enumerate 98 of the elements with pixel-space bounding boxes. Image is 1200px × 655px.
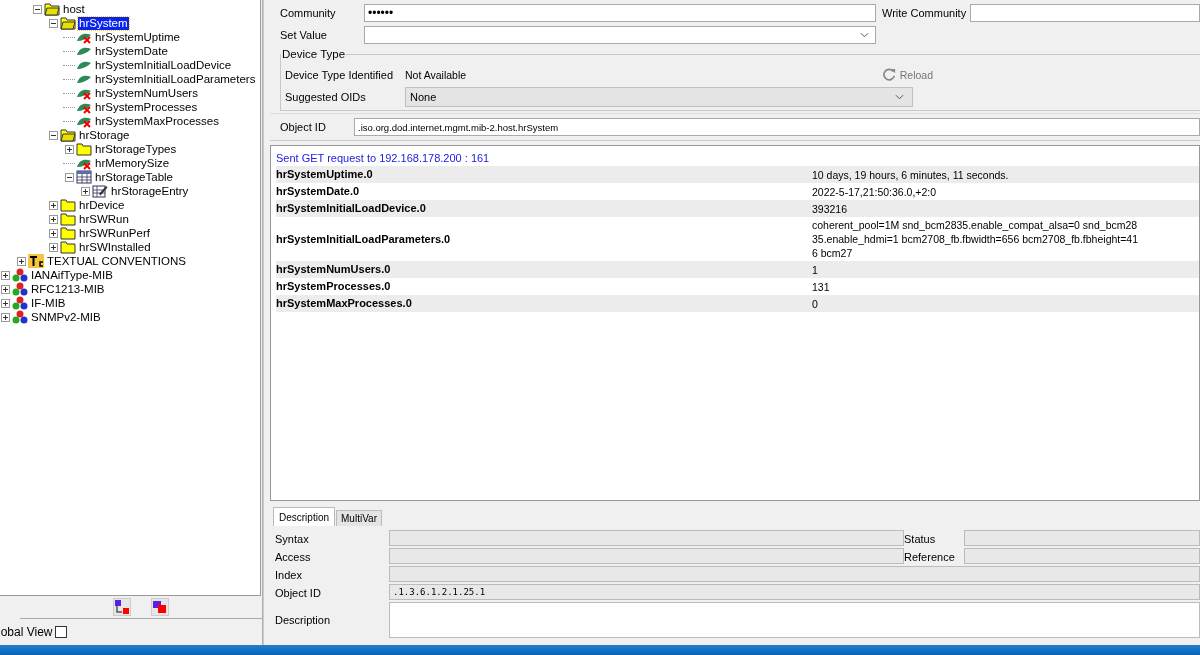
expander-toggle[interactable] [0, 270, 10, 280]
tab[interactable]: Description [273, 507, 336, 526]
expander-toggle[interactable] [0, 298, 10, 308]
reload-button[interactable]: Reload [881, 68, 933, 82]
module-icon [12, 310, 28, 324]
tree-item[interactable]: TEXTUAL CONVENTIONS [46, 254, 187, 268]
field-label: Community [279, 7, 337, 19]
tree-item[interactable]: hrStorageEntry [110, 184, 190, 198]
tree-item[interactable]: SNMPv2-MIB [30, 310, 102, 324]
field-label: Description [275, 613, 332, 626]
table-cell-text: 10 days, 19 hours, 6 minutes, 11 seconds. [812, 167, 1010, 182]
tree-item[interactable]: hrSystemProcesses [94, 100, 199, 114]
folder-icon [60, 212, 76, 226]
input-field[interactable] [970, 4, 1200, 22]
expander-toggle[interactable] [48, 18, 58, 28]
tree-item[interactable]: hrSWRunPerf [78, 226, 151, 240]
reload-icon [881, 68, 896, 82]
expander-toggle[interactable] [0, 312, 10, 322]
tree-item[interactable]: IF-MIB [30, 296, 67, 310]
tree-item[interactable]: hrMemorySize [94, 156, 171, 170]
expander-toggle[interactable] [48, 214, 58, 224]
dropdown-field[interactable]: None [405, 87, 913, 107]
table-cell-text: hrSystemProcesses.0 [276, 279, 392, 294]
table-cell-text: hrSystemInitialLoadParameters.0 [276, 231, 452, 247]
tree-item[interactable]: hrStorageTable [94, 170, 174, 184]
field-label: Object ID [275, 586, 322, 599]
module-icon [12, 282, 28, 296]
table-cell-text: hrSystemUptime.0 [276, 167, 374, 182]
chevron-down-icon [860, 32, 869, 38]
expander-toggle[interactable] [0, 284, 10, 294]
table-cell-text: 0 [812, 296, 819, 311]
expander-toggle[interactable] [64, 144, 74, 154]
hierarchy-view-button[interactable] [113, 598, 131, 616]
expander-toggle[interactable] [48, 200, 58, 210]
table-cell-text: coherent_pool=1M snd_bcm2835.enable_compat_alsa=0 snd_bcm2835.enable_hdmi=1 bcm2708_fb.fbwidth=656 bcm2708_fb.fbheight=416 bcm27 [812, 218, 1140, 260]
table-cell-text: hrSystemDate.0 [276, 184, 361, 199]
tree-item[interactable]: hrSystemInitialLoadDevice [94, 58, 233, 72]
folder-icon [60, 16, 76, 30]
table-edit-icon [92, 184, 108, 198]
expander-toggle[interactable] [80, 186, 90, 196]
tree-item[interactable]: hrSystemUptime [94, 30, 181, 44]
chevron-down-icon [895, 94, 904, 100]
tree-item[interactable]: hrSystem [78, 16, 129, 30]
field-label: Status [904, 532, 937, 545]
expander-toggle[interactable] [32, 4, 42, 14]
field-label: Object ID [279, 121, 327, 133]
table-cell-text: 1 [812, 262, 819, 277]
tab[interactable]: MultiVar [336, 510, 382, 526]
field-label: Reference [904, 550, 956, 563]
field-label: Device Type Identified [285, 69, 395, 81]
field-value: Not Available [405, 69, 467, 81]
folder-icon [44, 2, 60, 16]
tree-item[interactable]: hrDevice [78, 198, 126, 212]
folder-icon [60, 128, 76, 142]
table-cell-text: 131 [812, 279, 831, 294]
overlap-view-button[interactable] [151, 598, 169, 616]
table-cell-text: hrSystemMaxProcesses.0 [276, 296, 413, 311]
field-label: Write Community [881, 7, 967, 19]
tree-item[interactable]: RFC1213-MIB [30, 282, 106, 296]
password-field[interactable]: •••••• [364, 4, 876, 22]
table-icon [76, 170, 92, 184]
table-cell-text: hrSystemNumUsers.0 [276, 262, 392, 277]
global-view-checkbox[interactable] [55, 626, 68, 638]
field-label: Set Value [279, 29, 328, 41]
field-label: Syntax [275, 532, 310, 545]
status-message: Sent GET request to 192.168.178.200 : 161 [276, 151, 491, 166]
group-title: Device Type [281, 48, 347, 60]
tree-item[interactable]: hrStorageTypes [94, 142, 178, 156]
tree-item[interactable]: hrStorage [78, 128, 131, 142]
object-id-field: .1.3.6.1.2.1.25.1 [389, 584, 1200, 600]
field-label: Suggested OIDs [285, 91, 367, 103]
tree-item[interactable]: hrSystemMaxProcesses [94, 114, 220, 128]
expander-toggle[interactable] [16, 256, 26, 266]
expander-toggle[interactable] [48, 242, 58, 252]
folder-icon [60, 240, 76, 254]
tree-item[interactable]: hrSystemInitialLoadParameters [94, 72, 257, 86]
tree-item[interactable]: host [62, 2, 86, 16]
tree-item[interactable]: hrSystemNumUsers [94, 86, 199, 100]
folder-icon [60, 198, 76, 212]
field-label: Index [275, 568, 303, 581]
field-label: Access [275, 550, 312, 563]
module-icon [12, 268, 28, 282]
module-icon [12, 296, 28, 310]
table-cell-text: 393216 [812, 201, 849, 216]
tree-item[interactable]: hrSWRun [78, 212, 130, 226]
folder-icon [76, 142, 92, 156]
dropdown-field[interactable] [364, 26, 876, 44]
object-id-field[interactable]: .iso.org.dod.internet.mgmt.mib-2.host.hrSystem [354, 118, 1200, 136]
expander-toggle[interactable] [48, 228, 58, 238]
expander-toggle[interactable] [64, 172, 74, 182]
tree-item[interactable]: hrSystemDate [94, 44, 169, 58]
tree-item[interactable]: IANAifType-MIB [30, 268, 114, 282]
expander-toggle[interactable] [48, 130, 58, 140]
folder-icon [60, 226, 76, 240]
table-cell-text: hrSystemInitialLoadDevice.0 [276, 201, 427, 216]
textual-convention-icon [28, 254, 44, 268]
tree-item[interactable]: hrSWInstalled [78, 240, 152, 254]
table-cell-text: 2022-5-17,21:50:36.0,+2:0 [812, 184, 938, 199]
